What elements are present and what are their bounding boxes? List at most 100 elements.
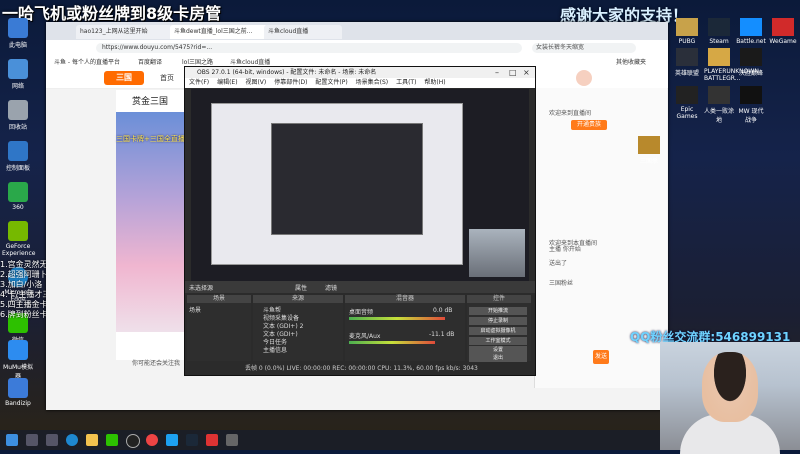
bottom-link[interactable]: 你可能还会关注我 — [132, 358, 180, 367]
menu-docks[interactable]: 停靠部件(D) — [274, 79, 307, 86]
scene-item[interactable]: 场景 — [189, 305, 201, 314]
desktop-icon-jueshengdianfeng[interactable]: 决胜巅峰 — [736, 48, 766, 77]
sanguosha-icon — [638, 136, 660, 154]
site-logo[interactable]: 三国 — [104, 71, 144, 85]
explorer-icon[interactable] — [86, 434, 98, 446]
virtual-camera-button[interactable]: 启动虚拟摄像机 — [469, 327, 527, 335]
menu-file[interactable]: 文件(F) — [189, 79, 209, 86]
desktop-icon-label: 360 — [12, 204, 24, 211]
mixer-dock-header: 混音器 — [345, 295, 465, 303]
preview-nested-inner — [271, 123, 423, 235]
settings-button[interactable]: 设置 — [469, 346, 527, 354]
desktop-icon-label: WeGame — [769, 38, 797, 45]
vip-button[interactable]: 开通贵族 — [571, 120, 607, 130]
music-icon[interactable] — [206, 434, 218, 446]
recycle-bin-icon — [8, 100, 28, 120]
chat-line: 欢迎来到直播间 — [549, 110, 592, 117]
close-icon[interactable]: × — [523, 67, 530, 78]
desktop-icon-pubg-battlegrounds[interactable]: PLAYERUNKNOWN BATTLEGR... — [704, 48, 759, 82]
bookmark-item[interactable]: 斗鱼cloud直播 — [230, 57, 270, 66]
menu-view[interactable]: 视图(V) — [245, 79, 266, 86]
stop-recording-button[interactable]: 停止录制 — [469, 317, 527, 325]
desktop-icon-battlenet[interactable]: Battle.net — [736, 18, 766, 45]
menu-help[interactable]: 帮助(H) — [424, 79, 445, 86]
obs-icon[interactable] — [126, 434, 140, 448]
chat-line: 送出了 — [549, 260, 568, 267]
battlenet-icon — [740, 18, 762, 36]
desktop-icon-epic[interactable]: Epic Games — [672, 86, 702, 120]
properties-button[interactable]: 属性 — [295, 283, 307, 292]
desktop-icon-lol[interactable]: 英雄联盟 — [672, 48, 702, 77]
desktop-icon-label: GeForce Experience — [2, 243, 36, 257]
desktop-icon-human-fall-flat[interactable]: 人类一败涂地 — [704, 86, 734, 124]
start-streaming-button[interactable]: 开始推流 — [469, 307, 527, 315]
desktop-icon-steam[interactable]: Steam — [704, 18, 734, 45]
menu-edit[interactable]: 编辑(E) — [217, 79, 237, 86]
desktop-icon-recycle-bin[interactable]: 回收站 — [2, 100, 34, 131]
desktop-icon-wegame[interactable]: WeGame — [768, 18, 798, 45]
desktop-icon-geforce[interactable]: GeForce Experience — [2, 221, 36, 257]
url-input[interactable]: https://www.douyu.com/5475?rid=... — [96, 43, 522, 53]
browser-tab-active[interactable]: 斗鱼dewt直播_lol三国之前... — [170, 25, 268, 39]
desktop-icon-mumu[interactable]: MuMu模拟器 — [2, 340, 34, 380]
pubg-icon — [676, 18, 698, 36]
search-input[interactable]: 女装长裤冬天缩宽 — [532, 43, 636, 53]
source-item[interactable]: 主播信息 — [263, 345, 287, 354]
scenes-dock: 场景 — [187, 303, 251, 361]
home-link[interactable]: 首页 — [160, 73, 174, 83]
menu-scene-collection[interactable]: 场景集合(S) — [356, 79, 389, 86]
bookmark-item[interactable]: 其他收藏夹 — [616, 57, 646, 66]
desktop-icon-bandizip[interactable]: Bandizip — [2, 378, 34, 407]
bookmark-item[interactable]: 百度翻译 — [138, 57, 162, 66]
steam-icon[interactable] — [186, 434, 198, 446]
obs-preview[interactable] — [191, 89, 529, 281]
edge-icon[interactable] — [66, 434, 78, 446]
desktop-icon-label: 英雄联盟 — [674, 70, 699, 77]
desktop-icon-this-pc[interactable]: 此电脑 — [2, 18, 34, 49]
store-icon[interactable] — [226, 434, 238, 446]
mixer-track-name: 桌面音频 — [349, 309, 374, 316]
desktop-icon-pubg[interactable]: PUBG — [672, 18, 702, 45]
scenes-dock-header: 场景 — [187, 295, 251, 303]
search-icon[interactable] — [26, 434, 38, 446]
mixer-meter — [349, 317, 445, 320]
chat-line: 三国粉丝 — [549, 280, 574, 287]
network-icon — [8, 59, 28, 79]
maximize-icon[interactable]: □ — [509, 67, 517, 78]
wechat-icon[interactable] — [106, 434, 118, 446]
mw-icon — [740, 86, 762, 104]
browser-tab[interactable]: 斗鱼cloud直播 — [264, 25, 342, 39]
streamer-title: 赏金三国 — [132, 97, 169, 107]
mixer-track-name: 麦克风/Aux — [349, 333, 381, 340]
studio-mode-button[interactable]: 工作室模式 — [469, 337, 527, 345]
filters-button[interactable]: 滤镜 — [325, 283, 337, 292]
menu-tools[interactable]: 工具(T) — [396, 79, 416, 86]
minimize-icon[interactable]: – — [495, 67, 499, 78]
desktop-icon-label: Battle.net — [736, 38, 766, 45]
webcam-feed — [660, 342, 800, 454]
task-view-icon[interactable] — [46, 434, 58, 446]
lol-icon — [676, 48, 698, 66]
exit-button[interactable]: 退出 — [469, 354, 527, 362]
browser-tab[interactable]: hao123_上网从这里开始 — [76, 25, 174, 39]
taskbar — [0, 430, 660, 450]
bookmark-item[interactable]: 斗鱼 - 每个人的直播平台 — [54, 57, 120, 66]
bandizip-icon — [8, 378, 28, 398]
desktop-icon-360[interactable]: 360 — [2, 182, 34, 211]
start-icon[interactable] — [6, 434, 18, 446]
send-button[interactable]: 发送 — [593, 350, 609, 364]
control-panel-icon — [8, 141, 28, 161]
no-source-label: 未选择源 — [189, 285, 214, 292]
desktop-icon-network[interactable]: 网络 — [2, 59, 34, 90]
desktop-icon-control-panel[interactable]: 控制面板 — [2, 141, 34, 172]
desktop-icon-label: 人类一败涂地 — [704, 108, 735, 124]
computer-icon — [8, 18, 28, 38]
qq-icon[interactable] — [166, 434, 178, 446]
menu-profile[interactable]: 配置文件(P) — [315, 79, 347, 86]
bookmark-item[interactable]: lol三国之路 — [182, 57, 213, 66]
desktop-icon-sanguosha[interactable]: 三国杀 — [634, 136, 664, 165]
avatar[interactable] — [576, 70, 592, 86]
desktop-icon-modern-warfare[interactable]: MW 现代战争 — [736, 86, 766, 124]
chrome-icon[interactable] — [146, 434, 158, 446]
game-icon — [708, 86, 730, 104]
